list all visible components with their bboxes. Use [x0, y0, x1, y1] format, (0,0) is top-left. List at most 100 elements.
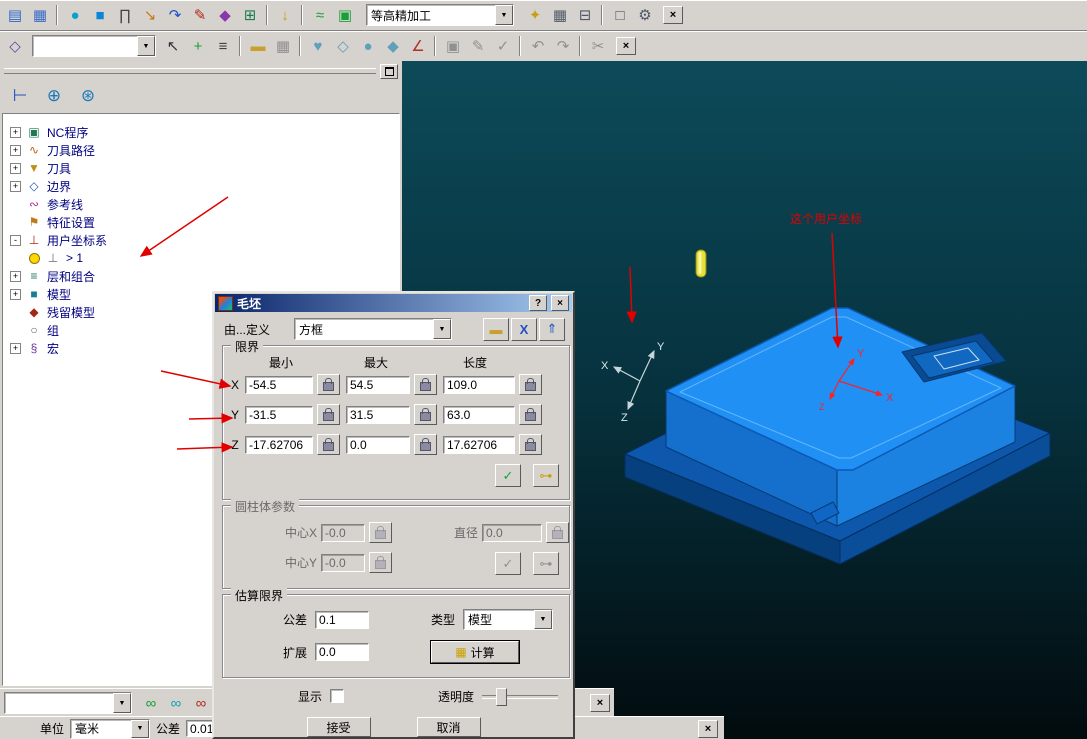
calculator-icon[interactable]: ⊟	[573, 4, 597, 26]
cancel-button[interactable]: 取消	[416, 717, 481, 737]
display-checkbox[interactable]	[330, 689, 345, 703]
open-block-file-button[interactable]: ▬	[483, 317, 509, 341]
viewmill-icon[interactable]: ▣	[333, 4, 357, 26]
glasses-green-icon[interactable]: ∞	[139, 692, 163, 714]
glasses-exit-icon[interactable]: ∞	[189, 692, 213, 714]
collapse-toggle[interactable]: -	[10, 234, 21, 246]
type-select[interactable]: 模型 ▼	[463, 609, 553, 630]
tree-item-workplanes[interactable]: - ⊥ 用户坐标系	[3, 231, 399, 249]
tree-item-nc-programs[interactable]: + ▣ NC程序	[3, 123, 399, 141]
z-min-lock-button[interactable]	[317, 434, 340, 455]
tree-view-icon[interactable]: ⊢	[8, 85, 32, 107]
y-min-lock-button[interactable]	[317, 404, 340, 425]
delete-block-button[interactable]: X	[511, 317, 537, 341]
chevron-down-icon[interactable]: ▼	[137, 36, 155, 56]
check-icon[interactable]: ✓	[491, 35, 515, 57]
strategy-select[interactable]: 等高精加工 ▼	[366, 4, 514, 26]
x-length-lock-button[interactable]	[519, 374, 542, 395]
x-length-input[interactable]	[443, 375, 515, 394]
panel-grip[interactable]	[4, 63, 398, 79]
tree-item-patterns[interactable]: ∾ 参考线	[3, 195, 399, 213]
expand-toggle[interactable]: +	[10, 162, 21, 174]
calculate-button[interactable]: ▦ 计算	[431, 641, 519, 663]
z-max-lock-button[interactable]	[414, 434, 437, 455]
kite-icon[interactable]: ◆	[381, 35, 405, 57]
secondary-toolbar-close-button[interactable]: ×	[616, 37, 636, 55]
x-max-input[interactable]	[346, 375, 410, 394]
lock-all-button[interactable]: ⊶	[533, 464, 559, 487]
globe-copy-icon[interactable]: ⊛	[76, 85, 100, 107]
tree-item-boundaries[interactable]: + ◇ 边界	[3, 177, 399, 195]
check-block-button[interactable]: ✓	[495, 464, 521, 487]
sphere-icon[interactable]: ●	[356, 35, 380, 57]
slope-icon[interactable]: ∠	[406, 35, 430, 57]
expansion-input[interactable]	[315, 643, 369, 661]
curve-kite-icon[interactable]: ◇	[3, 35, 27, 57]
units-select[interactable]: 毫米 ▼	[70, 718, 151, 739]
start-point-icon[interactable]: ↘	[138, 4, 162, 26]
globe-icon[interactable]: ⊕	[42, 85, 66, 107]
chevron-down-icon[interactable]: ▼	[131, 719, 150, 738]
simulation-icon[interactable]: ≈	[308, 4, 332, 26]
tool-pencil-icon[interactable]: ✎	[188, 4, 212, 26]
expand-toggle[interactable]: +	[10, 270, 21, 282]
active-item-select[interactable]: ▼	[32, 35, 156, 57]
z-length-lock-button[interactable]	[519, 434, 542, 455]
nc-program-icon[interactable]: ⊞	[238, 4, 262, 26]
rapid-heights-icon[interactable]: ∏	[113, 4, 137, 26]
expand-toggle[interactable]: +	[10, 180, 21, 192]
glasses-cyan-icon[interactable]: ∞	[164, 692, 188, 714]
opacity-slider[interactable]	[482, 688, 559, 706]
x-max-lock-button[interactable]	[414, 374, 437, 395]
chevron-down-icon[interactable]: ▼	[113, 693, 131, 713]
heart-curve-icon[interactable]: ♥	[306, 35, 330, 57]
save-project-icon[interactable]: ▦	[28, 4, 52, 26]
cursor-icon[interactable]: ↖	[161, 35, 185, 57]
printer-icon[interactable]: ▤	[3, 4, 27, 26]
teapot-render-icon[interactable]: ●	[63, 4, 87, 26]
y-min-input[interactable]	[245, 405, 313, 424]
add-icon[interactable]: +	[186, 35, 210, 57]
redo-icon[interactable]: ↷	[551, 35, 575, 57]
tree-item-feature-sets[interactable]: ⚑ 特征设置	[3, 213, 399, 231]
y-max-lock-button[interactable]	[414, 404, 437, 425]
list-icon[interactable]: ≡	[211, 35, 235, 57]
calculate-arrow-icon[interactable]: ↓	[273, 4, 297, 26]
status-bar-close-button[interactable]: ×	[698, 719, 718, 738]
block-icon[interactable]: ■	[88, 4, 112, 26]
leads-links-icon[interactable]: ↷	[163, 4, 187, 26]
expand-toggle[interactable]: +	[10, 288, 21, 300]
tool-cylinder[interactable]	[695, 249, 707, 278]
expand-toggle[interactable]: +	[10, 342, 21, 354]
key-icon[interactable]: ✦	[523, 4, 547, 26]
box-select-icon[interactable]: ▣	[441, 35, 465, 57]
lightbulb-icon[interactable]	[29, 252, 40, 264]
x-min-lock-button[interactable]	[317, 374, 340, 395]
pencil-edit-icon[interactable]: ✎	[466, 35, 490, 57]
x-min-input[interactable]	[245, 375, 313, 394]
simulation-toolbar-close-button[interactable]: ×	[590, 694, 610, 712]
chevron-down-icon[interactable]: ▼	[433, 319, 451, 339]
z-length-input[interactable]	[443, 435, 515, 454]
expand-toggle[interactable]: +	[10, 144, 21, 156]
strategies-diamond-icon[interactable]: ◆	[213, 4, 237, 26]
tree-item-levels-sets[interactable]: + ≡ 层和组合	[3, 267, 399, 285]
tree-item-toolpaths[interactable]: + ∿ 刀具路径	[3, 141, 399, 159]
accept-button[interactable]: 接受	[306, 717, 371, 737]
hammer-tools-icon[interactable]: ⚙	[633, 4, 657, 26]
chevron-down-icon[interactable]: ▼	[534, 610, 552, 629]
dialog-close-button[interactable]: ×	[551, 295, 569, 311]
y-max-input[interactable]	[346, 405, 410, 424]
slider-thumb[interactable]	[495, 688, 507, 706]
diamond-curve-icon[interactable]: ◇	[331, 35, 355, 57]
tree-item-workplane-1[interactable]: ⊥ > 1	[3, 249, 399, 267]
window-grid-icon[interactable]: □	[608, 4, 632, 26]
dialog-titlebar[interactable]: 毛坯 ? ×	[215, 294, 572, 312]
z-min-input[interactable]	[245, 435, 313, 454]
undo-icon[interactable]: ↶	[526, 35, 550, 57]
table-icon[interactable]: ▦	[548, 4, 572, 26]
tolerance-input[interactable]	[315, 610, 369, 629]
tree-item-tools[interactable]: + ▼ 刀具	[3, 159, 399, 177]
save-block-file-button[interactable]: ⇑	[539, 317, 565, 341]
folder-icon[interactable]: ▬	[246, 35, 270, 57]
